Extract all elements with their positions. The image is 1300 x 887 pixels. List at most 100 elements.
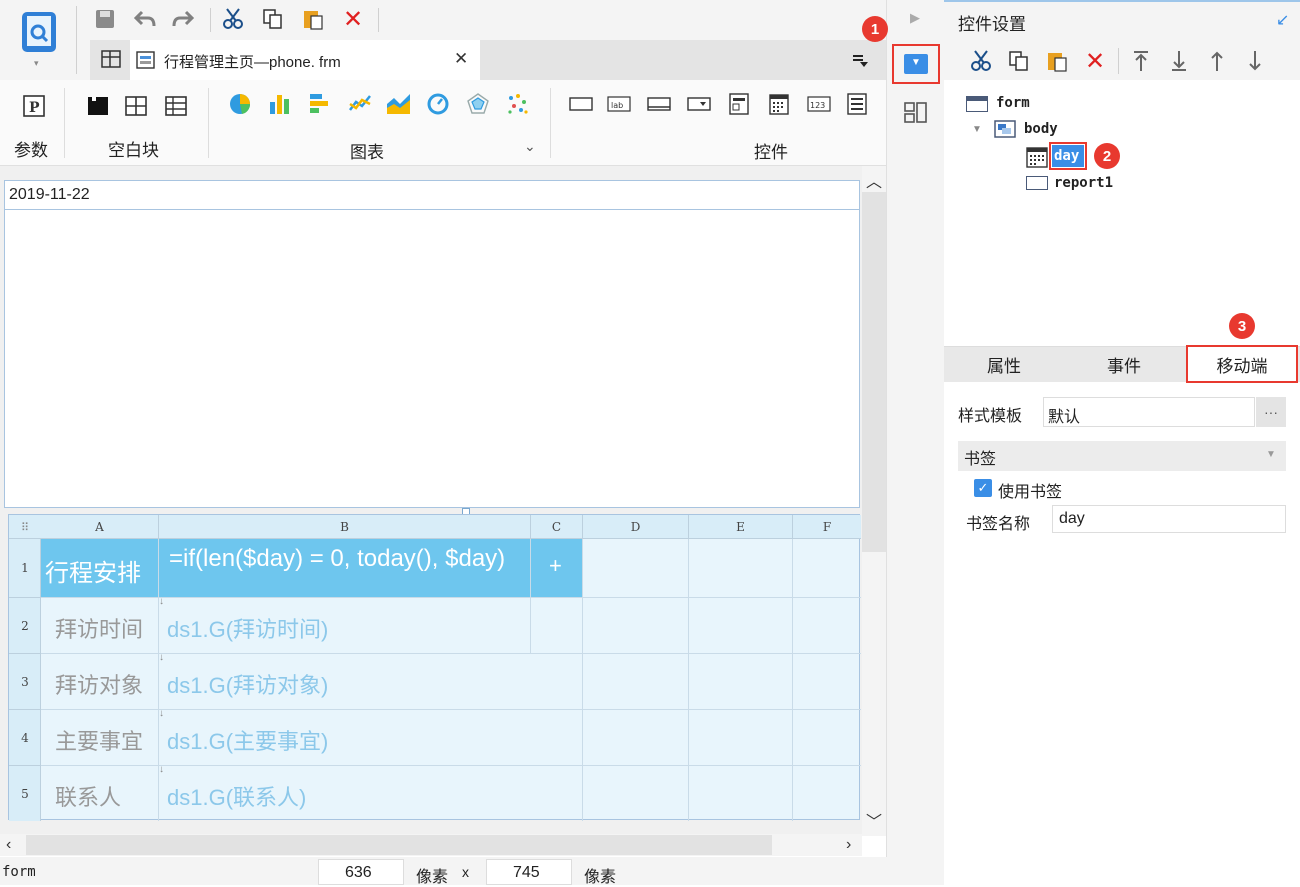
- scroll-left-icon[interactable]: ‹: [6, 836, 11, 854]
- component-layout-icon[interactable]: [904, 102, 928, 124]
- cut-icon[interactable]: [222, 8, 244, 30]
- cell-c1[interactable]: +: [531, 539, 583, 598]
- cell-b1[interactable]: =if(len($day) = 0, today(), $day): [159, 539, 531, 598]
- number-widget-icon[interactable]: 123: [806, 94, 832, 114]
- row-header[interactable]: 5: [9, 766, 41, 821]
- cell-f3[interactable]: [793, 654, 861, 710]
- column-header[interactable]: D: [583, 515, 689, 539]
- column-header[interactable]: C: [531, 515, 583, 539]
- tree-item-form[interactable]: form: [966, 94, 1166, 114]
- bar-chart-icon[interactable]: [268, 92, 292, 116]
- widget-settings-toggle-icon[interactable]: ▼: [904, 54, 928, 74]
- panel-cut-icon[interactable]: [970, 50, 992, 72]
- tab-active[interactable]: 行程管理主页—phone. frm ✕: [130, 40, 480, 80]
- tree-item-body[interactable]: body: [994, 120, 1194, 140]
- status-width-field[interactable]: 636: [318, 859, 404, 885]
- scatter-chart-icon[interactable]: [506, 92, 530, 116]
- date-widget[interactable]: 2019-11-22: [4, 180, 860, 210]
- dropdown-widget-icon[interactable]: [686, 94, 712, 114]
- cell-d4[interactable]: [583, 710, 689, 766]
- panel-copy-icon[interactable]: [1008, 50, 1030, 72]
- cell-d5[interactable]: [583, 766, 689, 821]
- chart-group-expand-icon[interactable]: ⌄: [524, 138, 536, 155]
- move-up-icon[interactable]: [1206, 50, 1228, 72]
- cell-e5[interactable]: [689, 766, 793, 821]
- cell-e3[interactable]: [689, 654, 793, 710]
- blank-block-tab-icon[interactable]: [124, 94, 148, 118]
- row-header[interactable]: 4: [9, 710, 41, 766]
- cell-a1[interactable]: 行程安排: [41, 539, 159, 598]
- scroll-thumb-h[interactable]: [26, 835, 772, 855]
- cell-c2[interactable]: [531, 598, 583, 654]
- row-header[interactable]: 1: [9, 539, 41, 598]
- scroll-right-icon[interactable]: ›: [846, 836, 851, 854]
- cell-a3[interactable]: 拜访对象: [41, 654, 159, 710]
- delete-icon[interactable]: ✕: [342, 6, 364, 33]
- style-template-field[interactable]: 默认: [1043, 397, 1255, 427]
- cell-d1[interactable]: [583, 539, 689, 598]
- use-bookmark-checkbox[interactable]: ✓: [974, 479, 992, 497]
- horizontal-bar-chart-icon[interactable]: [308, 92, 332, 116]
- cell-f2[interactable]: [793, 598, 861, 654]
- list-widget-icon[interactable]: [728, 92, 750, 116]
- text-widget-icon[interactable]: [646, 94, 672, 114]
- move-down-icon[interactable]: [1244, 50, 1266, 72]
- cell-e4[interactable]: [689, 710, 793, 766]
- bookmark-name-input[interactable]: day: [1052, 505, 1286, 533]
- app-logo[interactable]: [20, 10, 58, 54]
- pie-chart-icon[interactable]: [228, 92, 252, 116]
- column-header[interactable]: F: [793, 515, 861, 539]
- section-collapse-icon[interactable]: ▼: [1266, 449, 1276, 460]
- cell-d2[interactable]: [583, 598, 689, 654]
- report-grid[interactable]: ⠿ A B C D E F 1 2 3 4 5 行程安排 =if(len($da…: [8, 514, 861, 821]
- cell-f4[interactable]: [793, 710, 861, 766]
- tab-close-icon[interactable]: ✕: [454, 49, 468, 69]
- panel-delete-icon[interactable]: ✕: [1084, 48, 1106, 75]
- cell-b2[interactable]: ↓ ds1.G(拜访时间): [159, 596, 531, 654]
- bookmark-section-header[interactable]: 书签 ▼: [958, 441, 1286, 471]
- collapse-arrow-icon[interactable]: ▶: [910, 10, 920, 26]
- vertical-scrollbar[interactable]: ︿ ﹀: [862, 166, 886, 836]
- scroll-thumb[interactable]: [862, 192, 886, 552]
- panel-paste-icon[interactable]: [1046, 50, 1068, 72]
- cell-b4[interactable]: ↓ ds1.G(主要事宜): [159, 708, 583, 766]
- textarea-widget-icon[interactable]: [846, 92, 868, 116]
- cell-f1[interactable]: [793, 539, 861, 598]
- move-bottom-icon[interactable]: [1168, 50, 1190, 72]
- tab-attr[interactable]: 属性: [944, 346, 1064, 382]
- cell-a2[interactable]: 拜访时间: [41, 598, 159, 654]
- cell-b5[interactable]: ↓ ds1.G(联系人): [159, 764, 583, 821]
- label-widget-icon[interactable]: lab: [606, 94, 632, 114]
- column-header[interactable]: A: [41, 515, 159, 539]
- copy-icon[interactable]: [262, 8, 284, 30]
- line-chart-icon[interactable]: [348, 92, 372, 116]
- paste-icon[interactable]: [302, 8, 324, 30]
- panel-pin-icon[interactable]: ↙: [1276, 10, 1289, 30]
- move-top-icon[interactable]: [1130, 50, 1152, 72]
- undo-icon[interactable]: [134, 8, 156, 30]
- cell-b3[interactable]: ↓ ds1.G(拜访对象): [159, 652, 583, 710]
- style-template-more-button[interactable]: ···: [1256, 397, 1286, 427]
- status-height-field[interactable]: 745: [486, 859, 572, 885]
- tab-event[interactable]: 事件: [1064, 346, 1184, 382]
- logo-dropdown-icon[interactable]: ▾: [34, 58, 39, 69]
- row-header[interactable]: 2: [9, 598, 41, 654]
- row-header[interactable]: 3: [9, 654, 41, 710]
- tree-item-report[interactable]: report1: [1026, 174, 1146, 194]
- cell-e2[interactable]: [689, 598, 793, 654]
- cell-e1[interactable]: [689, 539, 793, 598]
- area-chart-icon[interactable]: [386, 92, 412, 116]
- save-icon[interactable]: [94, 8, 116, 30]
- blank-block-absolute-icon[interactable]: [86, 94, 110, 118]
- cell-f5[interactable]: [793, 766, 861, 821]
- cell-a5[interactable]: 联系人: [41, 766, 159, 821]
- column-header[interactable]: B: [159, 515, 531, 539]
- tab-list-menu-icon[interactable]: [850, 50, 870, 70]
- scroll-down-icon[interactable]: ﹀: [866, 808, 882, 832]
- tab-grid-icon[interactable]: [100, 48, 124, 72]
- cell-a4[interactable]: 主要事宜: [41, 710, 159, 766]
- horizontal-scrollbar[interactable]: ‹ ›: [0, 834, 862, 856]
- radar-chart-icon[interactable]: [466, 92, 490, 116]
- date-widget-icon[interactable]: [768, 92, 790, 116]
- button-widget-icon[interactable]: [568, 94, 594, 114]
